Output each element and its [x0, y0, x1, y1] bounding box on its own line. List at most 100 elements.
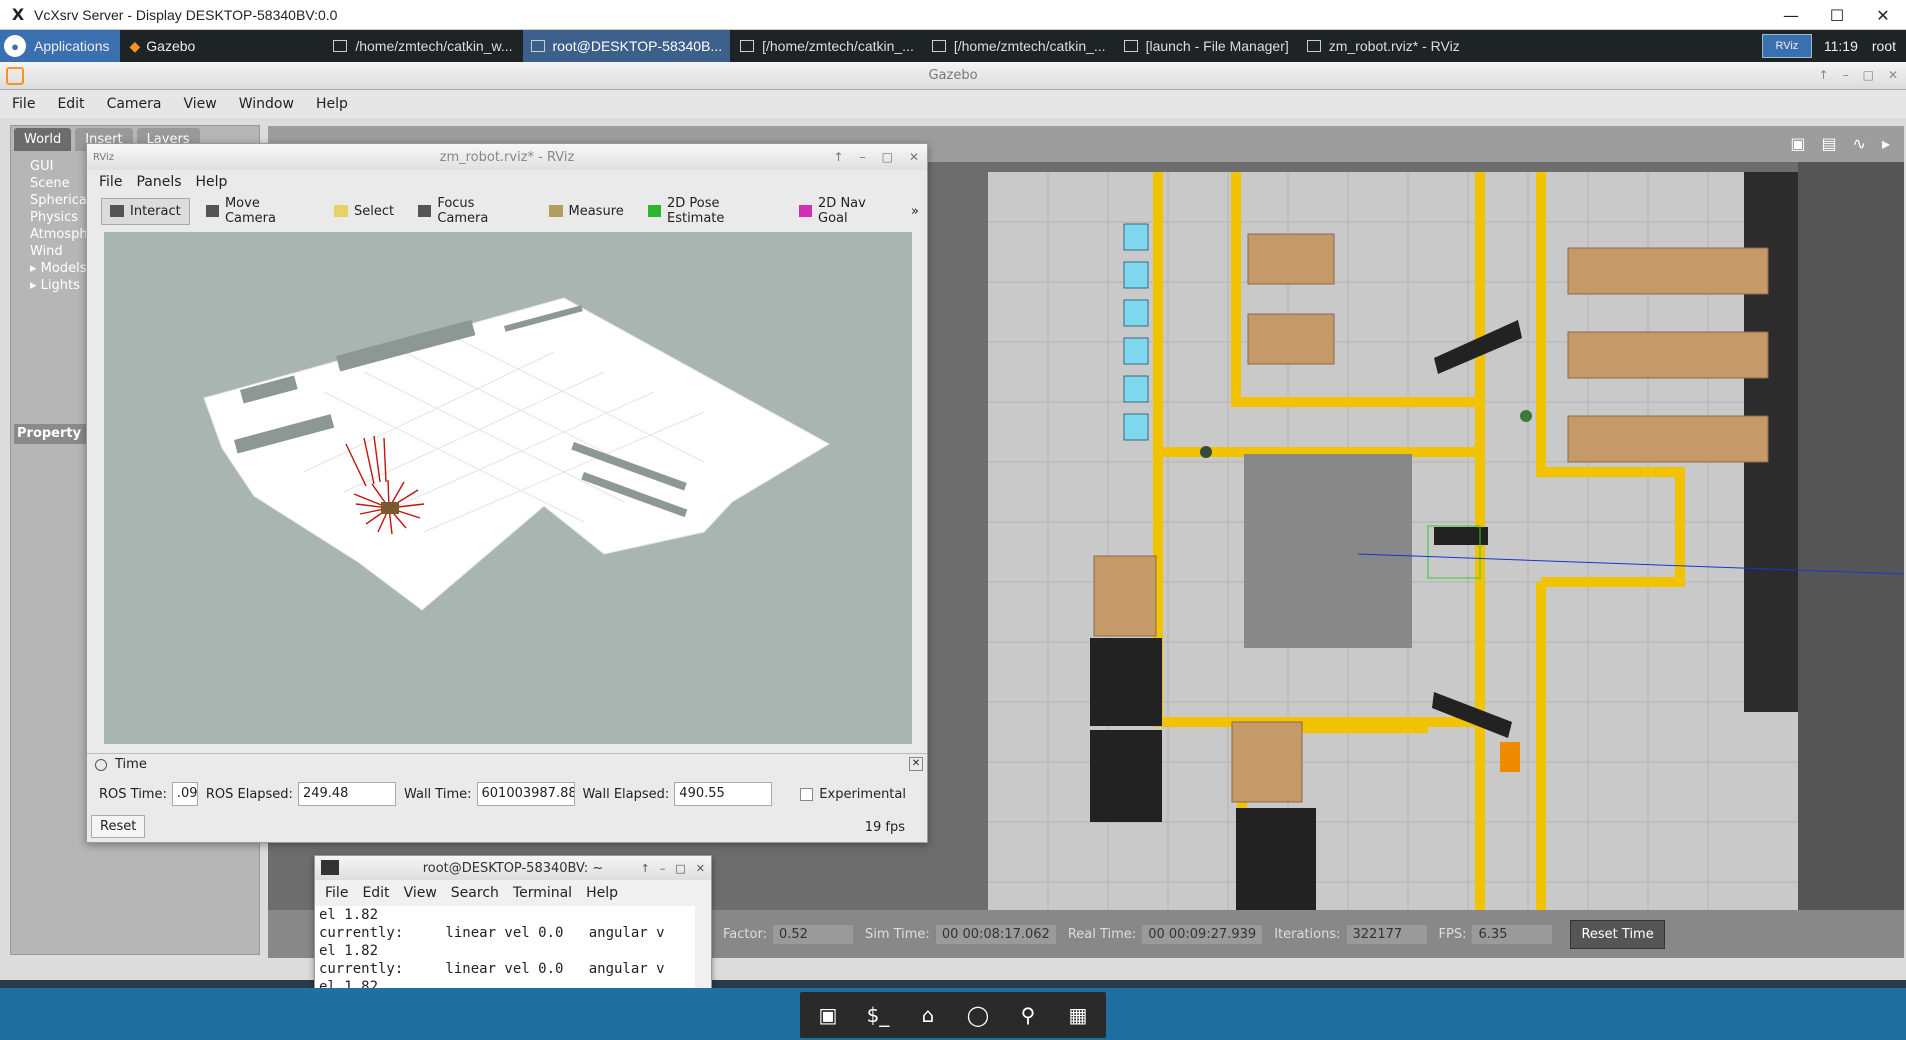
window-icon	[333, 40, 348, 52]
web-browser-icon[interactable]: ◯	[958, 996, 998, 1034]
close-panel-icon[interactable]: ✕	[909, 757, 923, 771]
ros-elapsed-field[interactable]: 249.48	[297, 782, 396, 806]
reset-time-button[interactable]: Reset Time	[1570, 919, 1665, 949]
terminal-menu-item[interactable]: Edit	[362, 885, 389, 901]
maximize-icon[interactable]: □	[882, 150, 893, 164]
reset-button[interactable]: Reset	[91, 815, 146, 838]
time-panel-row: ROS Time: .09 ROS Elapsed: 249.48 Wall T…	[99, 782, 906, 806]
log-icon[interactable]: ▤	[1821, 134, 1836, 153]
rviz-3d-view[interactable]	[104, 232, 912, 744]
terminal-menu-item[interactable]: Search	[451, 885, 499, 901]
minimize-icon[interactable]: –	[860, 150, 866, 164]
clock[interactable]: 11:19	[1824, 38, 1858, 54]
tool-icon	[418, 205, 432, 217]
pin-icon[interactable]: ↑	[1819, 68, 1829, 82]
terminal-line: el 1.82	[319, 943, 379, 959]
tool-label: Move Camera	[224, 196, 276, 226]
terminal-menu-item[interactable]: Terminal	[513, 885, 572, 901]
factor-label: Factor:	[723, 926, 767, 942]
wall-elapsed-label: Wall Elapsed:	[582, 786, 670, 802]
rviz-menu-item[interactable]: Help	[196, 174, 228, 190]
tool-label: Interact	[130, 203, 181, 219]
system-tray: RViz 11:19 root	[1761, 30, 1906, 62]
experimental-label: Experimental	[819, 786, 906, 802]
tool-icon	[548, 205, 563, 217]
taskbar-item[interactable]: /home/zmtech/catkin_w...	[325, 30, 520, 62]
taskbar-item[interactable]: root@DESKTOP-58340B...	[522, 30, 731, 62]
toolbar-overflow-icon[interactable]: »	[911, 204, 919, 219]
gazebo-menu-item[interactable]: Help	[316, 96, 348, 112]
taskbar-item[interactable]: [/home/zmtech/catkin_...	[732, 30, 922, 62]
taskbar-item[interactable]: zm_robot.rviz* - RViz	[1299, 30, 1468, 62]
gazebo-window-controls: ↑ – □ ✕	[1819, 68, 1898, 82]
tool-label: 2D Nav Goal	[818, 196, 866, 226]
gazebo-menu-item[interactable]: Camera	[107, 96, 162, 112]
ros-time-label: ROS Time:	[99, 786, 167, 802]
rviz-tool-focus-camera[interactable]: Focus Camera	[410, 191, 532, 231]
window-icon	[1123, 40, 1138, 52]
close-icon[interactable]: ✕	[696, 862, 705, 875]
bottom-dock: ▣ $_ ⌂ ◯ ⚲ ▦	[0, 988, 1906, 1040]
gazebo-menu-item[interactable]: File	[12, 96, 35, 112]
terminal-menu-item[interactable]: View	[404, 885, 437, 901]
pin-icon[interactable]: ↑	[834, 150, 844, 164]
taskbar-item-label: root@DESKTOP-58340B...	[552, 38, 723, 54]
rviz-tool-measure[interactable]: Measure	[541, 199, 632, 224]
rviz-tool-move-camera[interactable]: Move Camera	[198, 191, 318, 231]
rviz-tool-2d-pose-estimate[interactable]: 2D Pose Estimate	[640, 191, 783, 231]
taskbar-item[interactable]: [/home/zmtech/catkin_...	[924, 30, 1114, 62]
close-icon[interactable]: ✕	[1888, 68, 1898, 82]
ros-elapsed-label: ROS Elapsed:	[205, 786, 293, 802]
minimize-icon[interactable]: –	[660, 862, 666, 875]
gazebo-tab[interactable]: World	[14, 128, 72, 151]
terminal-line: el 1.82	[319, 907, 379, 923]
rviz-tool-select[interactable]: Select	[326, 199, 402, 224]
close-icon[interactable]: ✕	[909, 150, 919, 164]
ros-time-field[interactable]: .09	[171, 782, 198, 806]
rviz-map-render	[203, 297, 831, 611]
camera-icon[interactable]: ▣	[1790, 134, 1805, 153]
tool-icon	[333, 205, 348, 217]
terminal-menu-item[interactable]: File	[325, 885, 348, 901]
real-time-value: 00 00:09:27.939	[1142, 924, 1263, 944]
close-icon[interactable]: ✕	[1860, 0, 1906, 30]
terminal-menu-item[interactable]: Help	[586, 885, 618, 901]
window-icon	[530, 40, 545, 52]
gazebo-titlebar: Gazebo ↑ – □ ✕	[0, 62, 1906, 90]
experimental-checkbox[interactable]	[800, 787, 814, 801]
maximize-icon[interactable]: □	[1863, 68, 1874, 82]
minimize-icon[interactable]: –	[1843, 68, 1849, 82]
taskbar-item-label: [/home/zmtech/catkin_...	[762, 38, 914, 54]
rviz-logo-icon: RViz	[93, 151, 115, 163]
gazebo-menubar: File Edit Camera View Window Help	[0, 90, 1906, 118]
gazebo-launcher[interactable]: ◆ Gazebo	[120, 30, 206, 62]
gazebo-menu-item[interactable]: Edit	[57, 96, 84, 112]
taskbar-item[interactable]: [launch - File Manager]	[1116, 30, 1297, 62]
vcxsrv-title: VcXsrv Server - Display DESKTOP-58340BV:…	[34, 6, 338, 23]
show-desktop-icon[interactable]: ▣	[808, 996, 848, 1034]
search-icon[interactable]: ⚲	[1008, 996, 1048, 1034]
maximize-icon[interactable]: ☐	[1814, 0, 1860, 30]
applications-label: Applications	[34, 38, 110, 54]
user-label[interactable]: root	[1872, 38, 1896, 54]
rviz-tool-interact[interactable]: Interact	[101, 197, 190, 225]
wall-elapsed-field[interactable]: 490.55	[674, 782, 773, 806]
rviz-tray-icon[interactable]: RViz	[1761, 34, 1812, 58]
wall-time-field[interactable]: 601003987.88	[476, 782, 575, 806]
plot-icon[interactable]: ∿	[1853, 134, 1866, 153]
maximize-icon[interactable]: □	[675, 862, 685, 875]
gazebo-menu-item[interactable]: Window	[239, 96, 294, 112]
folder-icon[interactable]: ▦	[1058, 996, 1098, 1034]
gazebo-menu-item[interactable]: View	[184, 96, 217, 112]
rviz-window-controls: ↑ – □ ✕	[834, 150, 919, 164]
home-folder-icon[interactable]: ⌂	[908, 996, 948, 1034]
rviz-tool-2d-nav-goal[interactable]: 2D Nav Goal	[791, 191, 903, 231]
rviz-menu-item[interactable]: Panels	[136, 174, 181, 190]
time-panel-header: Time ✕	[87, 753, 927, 775]
pin-icon[interactable]: ↑	[641, 862, 650, 875]
rviz-menu-item[interactable]: File	[99, 174, 122, 190]
terminal-launcher-icon[interactable]: $_	[858, 996, 898, 1034]
minimize-icon[interactable]: —	[1768, 0, 1814, 30]
applications-menu-button[interactable]: ● Applications	[0, 30, 120, 62]
video-icon[interactable]: ▸	[1882, 134, 1890, 153]
